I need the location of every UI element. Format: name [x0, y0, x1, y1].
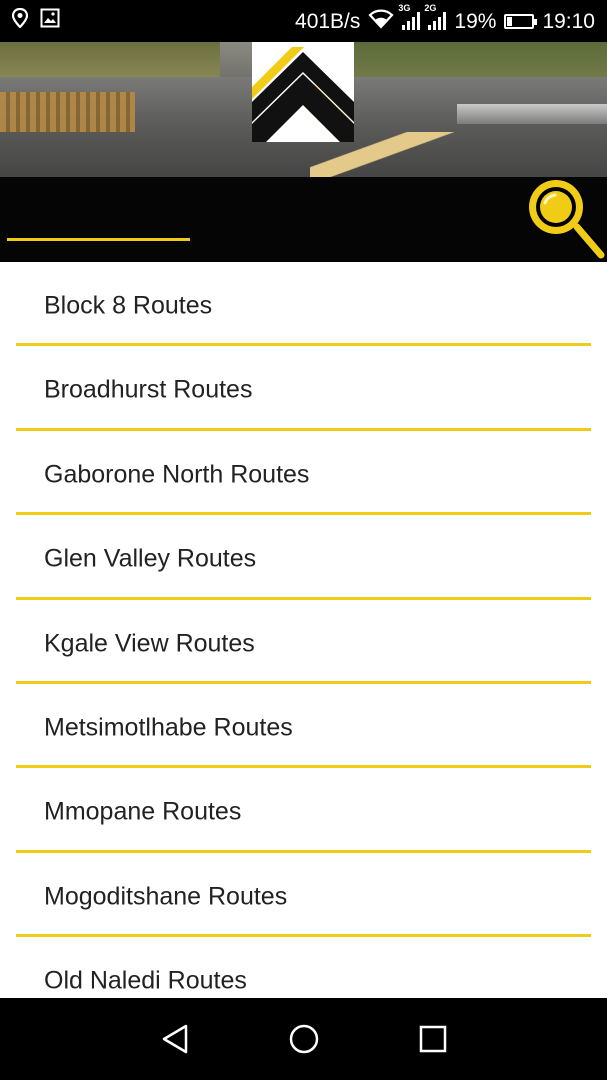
home-icon — [289, 1024, 318, 1054]
route-label: Block 8 Routes — [44, 291, 213, 320]
route-list: Block 8 Routes Broadhurst Routes Gaboron… — [0, 262, 607, 998]
clock: 19:10 — [542, 9, 595, 33]
home-button[interactable] — [284, 1019, 324, 1059]
route-label: Glen Valley Routes — [44, 544, 257, 573]
route-label: Metsimotlhabe Routes — [44, 713, 293, 742]
net-speed: 401B/s — [295, 9, 361, 33]
recents-icon — [419, 1025, 446, 1053]
route-item-mmopane[interactable]: Mmopane Routes — [16, 768, 591, 853]
route-item-broadhurst[interactable]: Broadhurst Routes — [16, 346, 591, 431]
back-button[interactable] — [155, 1019, 195, 1059]
tab-routes[interactable] — [12, 197, 187, 231]
header-banner-image — [0, 42, 607, 177]
route-label: Gaborone North Routes — [44, 460, 310, 489]
route-item-glen-valley[interactable]: Glen Valley Routes — [16, 515, 591, 600]
location-pin-icon — [11, 7, 29, 34]
route-item-mogoditshane[interactable]: Mogoditshane Routes — [16, 853, 591, 938]
status-bar: 401B/s 3G 2G 19% 19:10 — [0, 0, 607, 42]
signal-icon-sim1: 3G — [398, 4, 421, 30]
battery-level — [507, 16, 513, 26]
wifi-icon — [368, 9, 394, 33]
sim1-network-type: 3G — [398, 3, 411, 13]
route-label: Old Naledi Routes — [44, 966, 247, 995]
route-item-gaborone-north[interactable]: Gaborone North Routes — [16, 431, 591, 516]
battery-percent: 19% — [454, 9, 497, 33]
sim2-network-type: 2G — [424, 3, 437, 13]
back-icon — [162, 1024, 187, 1054]
search-button[interactable] — [519, 177, 607, 262]
tab-indicator — [7, 238, 190, 241]
route-label: Mogoditshane Routes — [44, 882, 288, 911]
app-logo — [252, 42, 354, 142]
route-label: Broadhurst Routes — [44, 375, 253, 404]
route-label: Mmopane Routes — [44, 797, 242, 826]
route-label: Kgale View Routes — [44, 629, 255, 658]
image-icon — [40, 8, 60, 34]
system-navigation-bar — [0, 998, 607, 1080]
search-icon — [529, 180, 607, 261]
signal-icon-sim2: 2G — [424, 4, 447, 30]
battery-icon — [504, 13, 538, 29]
recents-button[interactable] — [413, 1019, 453, 1059]
route-item-block-8[interactable]: Block 8 Routes — [16, 262, 591, 347]
route-item-metsimotlhabe[interactable]: Metsimotlhabe Routes — [16, 684, 591, 769]
route-item-old-naledi[interactable]: Old Naledi Routes — [16, 937, 591, 998]
route-item-kgale-view[interactable]: Kgale View Routes — [16, 600, 591, 684]
tab-bar — [0, 177, 607, 262]
